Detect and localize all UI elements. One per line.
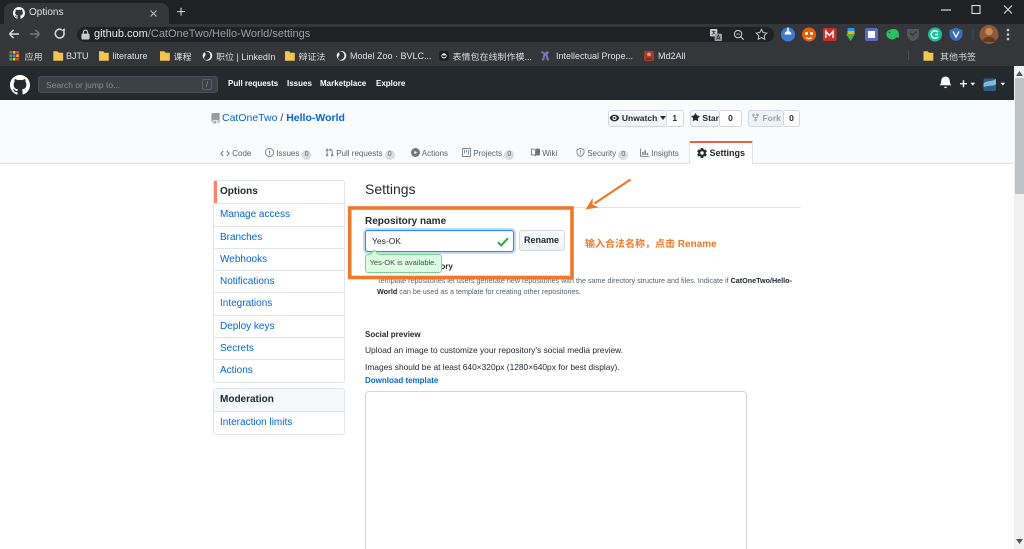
svg-text:Rename: Rename [678, 239, 717, 250]
